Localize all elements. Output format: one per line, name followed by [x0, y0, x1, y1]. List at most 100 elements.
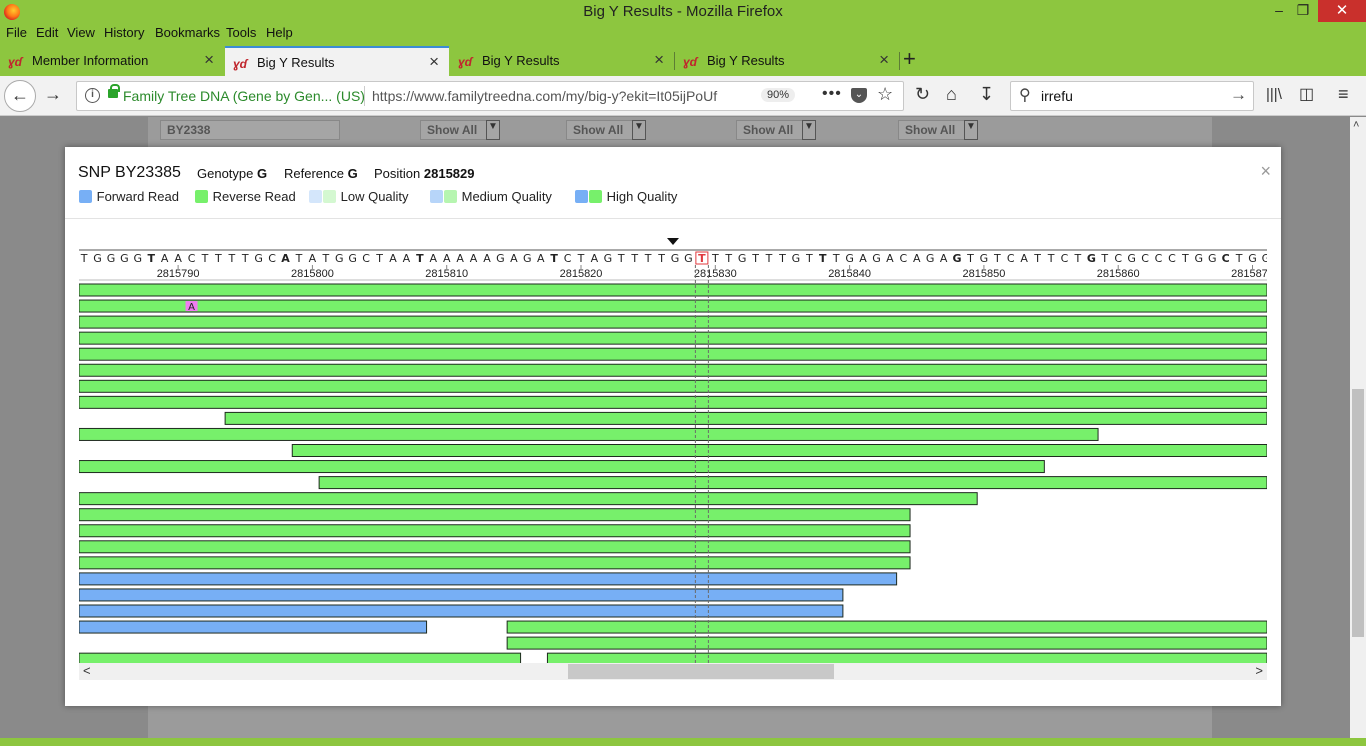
reference-base: T — [751, 252, 759, 265]
back-button[interactable]: ← — [4, 80, 36, 112]
legend-high-quality: High Quality — [575, 189, 677, 204]
menu-bar: File Edit View History Bookmarks Tools H… — [0, 24, 1366, 44]
forward-read-bar — [79, 604, 844, 618]
close-tab-icon[interactable]: × — [204, 50, 214, 70]
downloads-icon[interactable]: ↧ — [979, 84, 994, 105]
tab-big-y-results-3[interactable]: ɣɗ Big Y Results × — [675, 46, 899, 76]
scroll-left-icon[interactable]: < — [83, 663, 91, 678]
tab-label: Big Y Results — [482, 53, 560, 68]
reference-base: G — [93, 252, 102, 265]
reference-base: A — [389, 252, 397, 265]
scrollbar-thumb[interactable] — [1352, 389, 1364, 637]
reference-base: G — [107, 252, 116, 265]
reference-base: T — [201, 252, 209, 265]
reference-base: A — [443, 252, 451, 265]
reference-base: T — [550, 252, 558, 265]
menu-tools[interactable]: Tools — [226, 25, 256, 40]
scroll-up-icon[interactable]: ˄ — [1353, 119, 1359, 131]
legend-swatch — [444, 190, 457, 203]
address-bar[interactable]: i Family Tree DNA (Gene by Gen... (US) h… — [76, 81, 904, 111]
site-info-icon[interactable]: i — [85, 88, 100, 103]
site-identity-label[interactable]: Family Tree DNA (Gene by Gen... (US) — [123, 88, 365, 104]
tab-member-information[interactable]: ɣɗ Member Information × — [0, 46, 224, 76]
legend-swatch — [589, 190, 602, 203]
reference-base: A — [886, 252, 894, 265]
url-text[interactable]: https://www.familytreedna.com/my/big-y?e… — [372, 88, 732, 104]
reference-base: A — [510, 252, 518, 265]
zoom-level-badge[interactable]: 90% — [761, 88, 796, 102]
search-bar[interactable]: ⚲ irrefu → — [1010, 81, 1254, 111]
ruler-tick-label: 2815860 — [1097, 268, 1140, 280]
reference-base: A — [281, 252, 290, 265]
tab-label: Member Information — [32, 53, 149, 68]
tab-label: Big Y Results — [707, 53, 785, 68]
reference-base: T — [993, 252, 1001, 265]
home-icon[interactable]: ⌂ — [946, 84, 957, 105]
reverse-read-bar — [79, 652, 522, 663]
reference-base: T — [1033, 252, 1041, 265]
ruler-tick-label: 2815840 — [828, 268, 871, 280]
reference-base: G — [1195, 252, 1204, 265]
reference-base: G — [523, 252, 532, 265]
reference-base: A — [591, 252, 599, 265]
legend-swatch — [195, 190, 208, 203]
close-tab-icon[interactable]: × — [429, 52, 439, 72]
reverse-read-bar — [79, 556, 911, 570]
read-alignment-viewer[interactable]: TGGGGTAACTTTTGCATATGGCTAATAAAAAGAGATCTAG… — [79, 235, 1267, 663]
forward-read-bar — [79, 572, 898, 586]
library-icon[interactable]: |||\ — [1266, 86, 1282, 103]
legend-swatch — [323, 190, 336, 203]
sidebar-icon[interactable]: ◫ — [1299, 84, 1314, 104]
reference-base: C — [1114, 252, 1122, 265]
reference-base: T — [375, 252, 383, 265]
position-field: Position 2815829 — [374, 166, 475, 181]
scrollbar-thumb[interactable] — [568, 664, 834, 679]
reference-base: G — [738, 252, 747, 265]
reference-base: G — [792, 252, 801, 265]
page-vertical-scrollbar[interactable]: ˄ — [1350, 117, 1366, 746]
reverse-read-bar — [79, 283, 1267, 297]
hamburger-menu-icon[interactable]: ≡ — [1338, 84, 1349, 105]
reverse-read-bar — [79, 540, 911, 554]
menu-help[interactable]: Help — [266, 25, 293, 40]
reference-base: T — [416, 252, 424, 265]
reference-base: C — [1007, 252, 1015, 265]
menu-history[interactable]: History — [104, 25, 144, 40]
scroll-right-icon[interactable]: > — [1255, 663, 1263, 678]
reference-base: T — [1235, 252, 1243, 265]
reference-base: A — [537, 252, 545, 265]
search-go-icon[interactable]: → — [1230, 85, 1247, 105]
menu-file[interactable]: File — [6, 25, 27, 40]
tab-big-y-results-active[interactable]: ɣɗ Big Y Results × — [225, 46, 449, 76]
reference-base: G — [1208, 252, 1217, 265]
reference-base: A — [403, 252, 411, 265]
close-tab-icon[interactable]: × — [879, 50, 889, 70]
close-window-button[interactable]: ✕ — [1318, 0, 1366, 22]
legend-swatch — [309, 190, 322, 203]
reference-base: T — [1074, 252, 1082, 265]
legend-swatch — [575, 190, 588, 203]
modal-close-icon[interactable]: × — [1260, 161, 1271, 182]
restore-button[interactable]: ❐ — [1288, 2, 1318, 19]
tab-big-y-results-2[interactable]: ɣɗ Big Y Results × — [450, 46, 674, 76]
reference-base: G — [671, 252, 680, 265]
menu-view[interactable]: View — [67, 25, 95, 40]
pocket-icon[interactable]: ⌄ — [851, 88, 867, 103]
reload-icon[interactable]: ↻ — [915, 84, 930, 105]
forward-button[interactable]: → — [44, 84, 62, 105]
reference-base: T — [778, 252, 786, 265]
reference-base: G — [335, 252, 344, 265]
menu-edit[interactable]: Edit — [36, 25, 58, 40]
new-tab-button[interactable]: + — [903, 46, 916, 72]
legend-swatch — [430, 190, 443, 203]
tab-strip: ɣɗ Member Information × ɣɗ Big Y Results… — [0, 44, 1366, 76]
viewer-horizontal-scrollbar[interactable]: < > — [79, 663, 1267, 680]
search-input[interactable]: irrefu — [1041, 88, 1073, 104]
ruler-tick-label: 2815830 — [694, 268, 737, 280]
page-actions-menu-icon[interactable]: ••• — [822, 85, 842, 103]
reverse-read-bar — [79, 331, 1267, 345]
bookmark-star-icon[interactable]: ☆ — [877, 84, 893, 105]
reference-base: C — [1168, 252, 1176, 265]
menu-bookmarks[interactable]: Bookmarks — [155, 25, 220, 40]
close-tab-icon[interactable]: × — [654, 50, 664, 70]
